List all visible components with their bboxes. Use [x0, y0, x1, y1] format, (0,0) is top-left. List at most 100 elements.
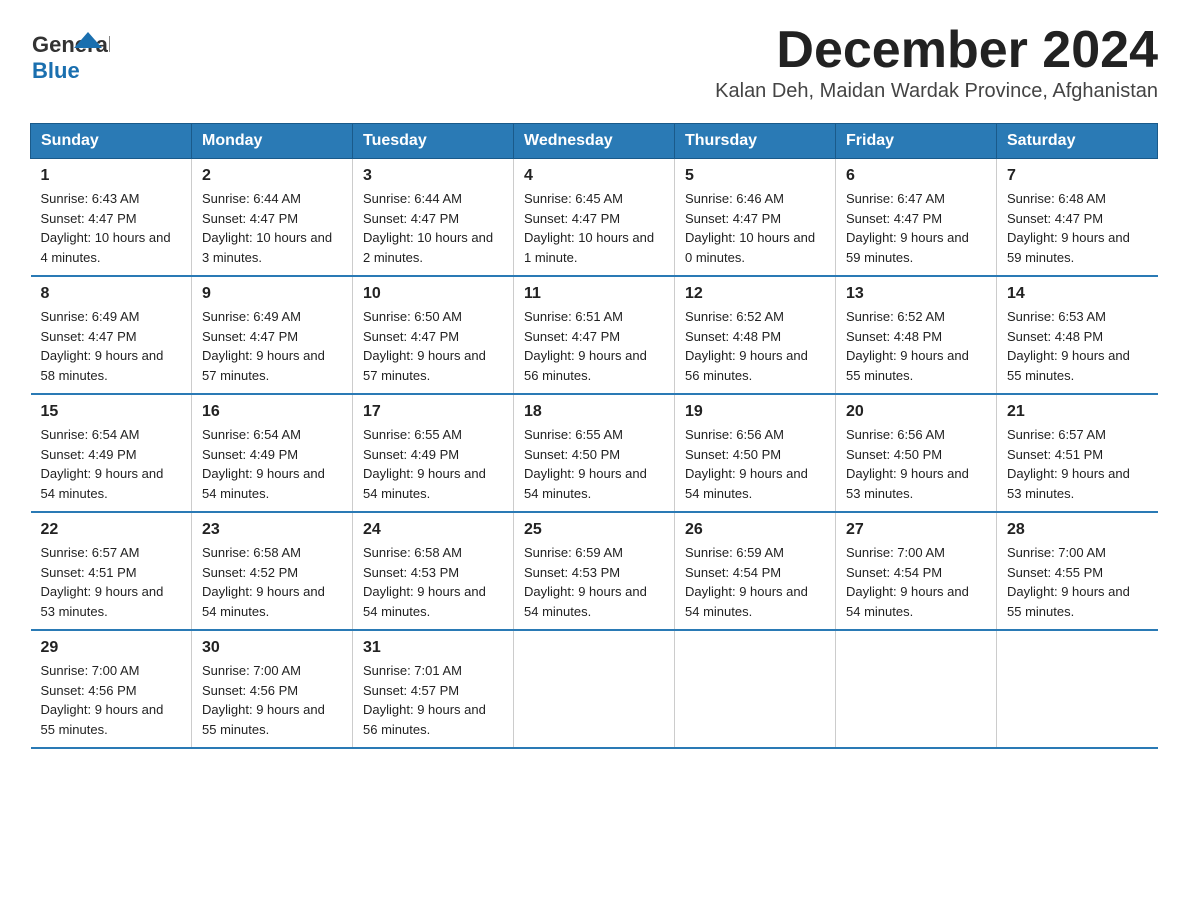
day-info: Sunrise: 6:48 AMSunset: 4:47 PMDaylight:…: [1007, 189, 1148, 267]
calendar-cell: 1 Sunrise: 6:43 AMSunset: 4:47 PMDayligh…: [31, 159, 192, 277]
calendar-cell: [997, 630, 1158, 748]
calendar-cell: 18 Sunrise: 6:55 AMSunset: 4:50 PMDaylig…: [514, 394, 675, 512]
day-info: Sunrise: 6:49 AMSunset: 4:47 PMDaylight:…: [41, 307, 182, 385]
calendar-cell: 20 Sunrise: 6:56 AMSunset: 4:50 PMDaylig…: [836, 394, 997, 512]
calendar-cell: 15 Sunrise: 6:54 AMSunset: 4:49 PMDaylig…: [31, 394, 192, 512]
day-number: 1: [41, 167, 182, 185]
calendar-week-row: 8 Sunrise: 6:49 AMSunset: 4:47 PMDayligh…: [31, 276, 1158, 394]
calendar-cell: 12 Sunrise: 6:52 AMSunset: 4:48 PMDaylig…: [675, 276, 836, 394]
day-number: 19: [685, 403, 825, 421]
calendar-cell: 31 Sunrise: 7:01 AMSunset: 4:57 PMDaylig…: [353, 630, 514, 748]
day-info: Sunrise: 6:55 AMSunset: 4:49 PMDaylight:…: [363, 425, 503, 503]
calendar-cell: 9 Sunrise: 6:49 AMSunset: 4:47 PMDayligh…: [192, 276, 353, 394]
calendar-cell: 19 Sunrise: 6:56 AMSunset: 4:50 PMDaylig…: [675, 394, 836, 512]
day-number: 14: [1007, 285, 1148, 303]
calendar-cell: 10 Sunrise: 6:50 AMSunset: 4:47 PMDaylig…: [353, 276, 514, 394]
calendar-cell: 7 Sunrise: 6:48 AMSunset: 4:47 PMDayligh…: [997, 159, 1158, 277]
day-number: 23: [202, 521, 342, 539]
calendar-cell: 2 Sunrise: 6:44 AMSunset: 4:47 PMDayligh…: [192, 159, 353, 277]
day-number: 30: [202, 639, 342, 657]
day-number: 8: [41, 285, 182, 303]
calendar-week-row: 15 Sunrise: 6:54 AMSunset: 4:49 PMDaylig…: [31, 394, 1158, 512]
calendar-cell: 30 Sunrise: 7:00 AMSunset: 4:56 PMDaylig…: [192, 630, 353, 748]
title-area: December 2024 Kalan Deh, Maidan Wardak P…: [715, 20, 1158, 115]
day-info: Sunrise: 6:44 AMSunset: 4:47 PMDaylight:…: [202, 189, 342, 267]
day-number: 10: [363, 285, 503, 303]
day-info: Sunrise: 6:58 AMSunset: 4:53 PMDaylight:…: [363, 543, 503, 621]
day-number: 6: [846, 167, 986, 185]
day-number: 22: [41, 521, 182, 539]
calendar-week-row: 1 Sunrise: 6:43 AMSunset: 4:47 PMDayligh…: [31, 159, 1158, 277]
day-info: Sunrise: 6:52 AMSunset: 4:48 PMDaylight:…: [846, 307, 986, 385]
calendar-cell: 22 Sunrise: 6:57 AMSunset: 4:51 PMDaylig…: [31, 512, 192, 630]
day-number: 13: [846, 285, 986, 303]
logo: General Blue: [30, 20, 110, 90]
day-info: Sunrise: 6:52 AMSunset: 4:48 PMDaylight:…: [685, 307, 825, 385]
calendar-cell: 3 Sunrise: 6:44 AMSunset: 4:47 PMDayligh…: [353, 159, 514, 277]
day-info: Sunrise: 7:00 AMSunset: 4:55 PMDaylight:…: [1007, 543, 1148, 621]
day-number: 27: [846, 521, 986, 539]
calendar-cell: 6 Sunrise: 6:47 AMSunset: 4:47 PMDayligh…: [836, 159, 997, 277]
day-info: Sunrise: 6:44 AMSunset: 4:47 PMDaylight:…: [363, 189, 503, 267]
day-info: Sunrise: 7:00 AMSunset: 4:56 PMDaylight:…: [202, 661, 342, 739]
day-number: 2: [202, 167, 342, 185]
day-number: 3: [363, 167, 503, 185]
day-number: 26: [685, 521, 825, 539]
day-number: 12: [685, 285, 825, 303]
day-number: 24: [363, 521, 503, 539]
day-info: Sunrise: 6:54 AMSunset: 4:49 PMDaylight:…: [202, 425, 342, 503]
calendar-table: SundayMondayTuesdayWednesdayThursdayFrid…: [30, 123, 1158, 749]
day-number: 5: [685, 167, 825, 185]
day-number: 21: [1007, 403, 1148, 421]
day-info: Sunrise: 6:45 AMSunset: 4:47 PMDaylight:…: [524, 189, 664, 267]
calendar-cell: [836, 630, 997, 748]
calendar-cell: 21 Sunrise: 6:57 AMSunset: 4:51 PMDaylig…: [997, 394, 1158, 512]
day-number: 25: [524, 521, 664, 539]
calendar-cell: 8 Sunrise: 6:49 AMSunset: 4:47 PMDayligh…: [31, 276, 192, 394]
day-info: Sunrise: 6:58 AMSunset: 4:52 PMDaylight:…: [202, 543, 342, 621]
day-info: Sunrise: 6:47 AMSunset: 4:47 PMDaylight:…: [846, 189, 986, 267]
calendar-cell: 29 Sunrise: 7:00 AMSunset: 4:56 PMDaylig…: [31, 630, 192, 748]
day-number: 7: [1007, 167, 1148, 185]
weekday-header-monday: Monday: [192, 124, 353, 159]
day-info: Sunrise: 6:55 AMSunset: 4:50 PMDaylight:…: [524, 425, 664, 503]
calendar-cell: 23 Sunrise: 6:58 AMSunset: 4:52 PMDaylig…: [192, 512, 353, 630]
calendar-header-row: SundayMondayTuesdayWednesdayThursdayFrid…: [31, 124, 1158, 159]
calendar-cell: 25 Sunrise: 6:59 AMSunset: 4:53 PMDaylig…: [514, 512, 675, 630]
day-number: 28: [1007, 521, 1148, 539]
day-number: 20: [846, 403, 986, 421]
day-number: 11: [524, 285, 664, 303]
calendar-cell: 4 Sunrise: 6:45 AMSunset: 4:47 PMDayligh…: [514, 159, 675, 277]
weekday-header-wednesday: Wednesday: [514, 124, 675, 159]
calendar-cell: 27 Sunrise: 7:00 AMSunset: 4:54 PMDaylig…: [836, 512, 997, 630]
day-info: Sunrise: 6:56 AMSunset: 4:50 PMDaylight:…: [846, 425, 986, 503]
day-info: Sunrise: 6:53 AMSunset: 4:48 PMDaylight:…: [1007, 307, 1148, 385]
calendar-cell: 13 Sunrise: 6:52 AMSunset: 4:48 PMDaylig…: [836, 276, 997, 394]
day-info: Sunrise: 6:57 AMSunset: 4:51 PMDaylight:…: [1007, 425, 1148, 503]
calendar-cell: 24 Sunrise: 6:58 AMSunset: 4:53 PMDaylig…: [353, 512, 514, 630]
day-info: Sunrise: 6:51 AMSunset: 4:47 PMDaylight:…: [524, 307, 664, 385]
day-info: Sunrise: 6:59 AMSunset: 4:53 PMDaylight:…: [524, 543, 664, 621]
month-title: December 2024: [715, 20, 1158, 80]
calendar-cell: [514, 630, 675, 748]
day-info: Sunrise: 6:56 AMSunset: 4:50 PMDaylight:…: [685, 425, 825, 503]
day-info: Sunrise: 6:43 AMSunset: 4:47 PMDaylight:…: [41, 189, 182, 267]
day-number: 29: [41, 639, 182, 657]
weekday-header-sunday: Sunday: [31, 124, 192, 159]
calendar-cell: 14 Sunrise: 6:53 AMSunset: 4:48 PMDaylig…: [997, 276, 1158, 394]
day-number: 15: [41, 403, 182, 421]
logo-svg: General Blue: [30, 20, 110, 90]
day-number: 16: [202, 403, 342, 421]
calendar-cell: 16 Sunrise: 6:54 AMSunset: 4:49 PMDaylig…: [192, 394, 353, 512]
calendar-cell: 11 Sunrise: 6:51 AMSunset: 4:47 PMDaylig…: [514, 276, 675, 394]
svg-text:Blue: Blue: [32, 58, 80, 83]
day-number: 31: [363, 639, 503, 657]
day-info: Sunrise: 7:00 AMSunset: 4:56 PMDaylight:…: [41, 661, 182, 739]
calendar-week-row: 22 Sunrise: 6:57 AMSunset: 4:51 PMDaylig…: [31, 512, 1158, 630]
weekday-header-tuesday: Tuesday: [353, 124, 514, 159]
location-title: Kalan Deh, Maidan Wardak Province, Afgha…: [715, 80, 1158, 103]
day-info: Sunrise: 6:57 AMSunset: 4:51 PMDaylight:…: [41, 543, 182, 621]
day-info: Sunrise: 6:54 AMSunset: 4:49 PMDaylight:…: [41, 425, 182, 503]
weekday-header-thursday: Thursday: [675, 124, 836, 159]
calendar-week-row: 29 Sunrise: 7:00 AMSunset: 4:56 PMDaylig…: [31, 630, 1158, 748]
